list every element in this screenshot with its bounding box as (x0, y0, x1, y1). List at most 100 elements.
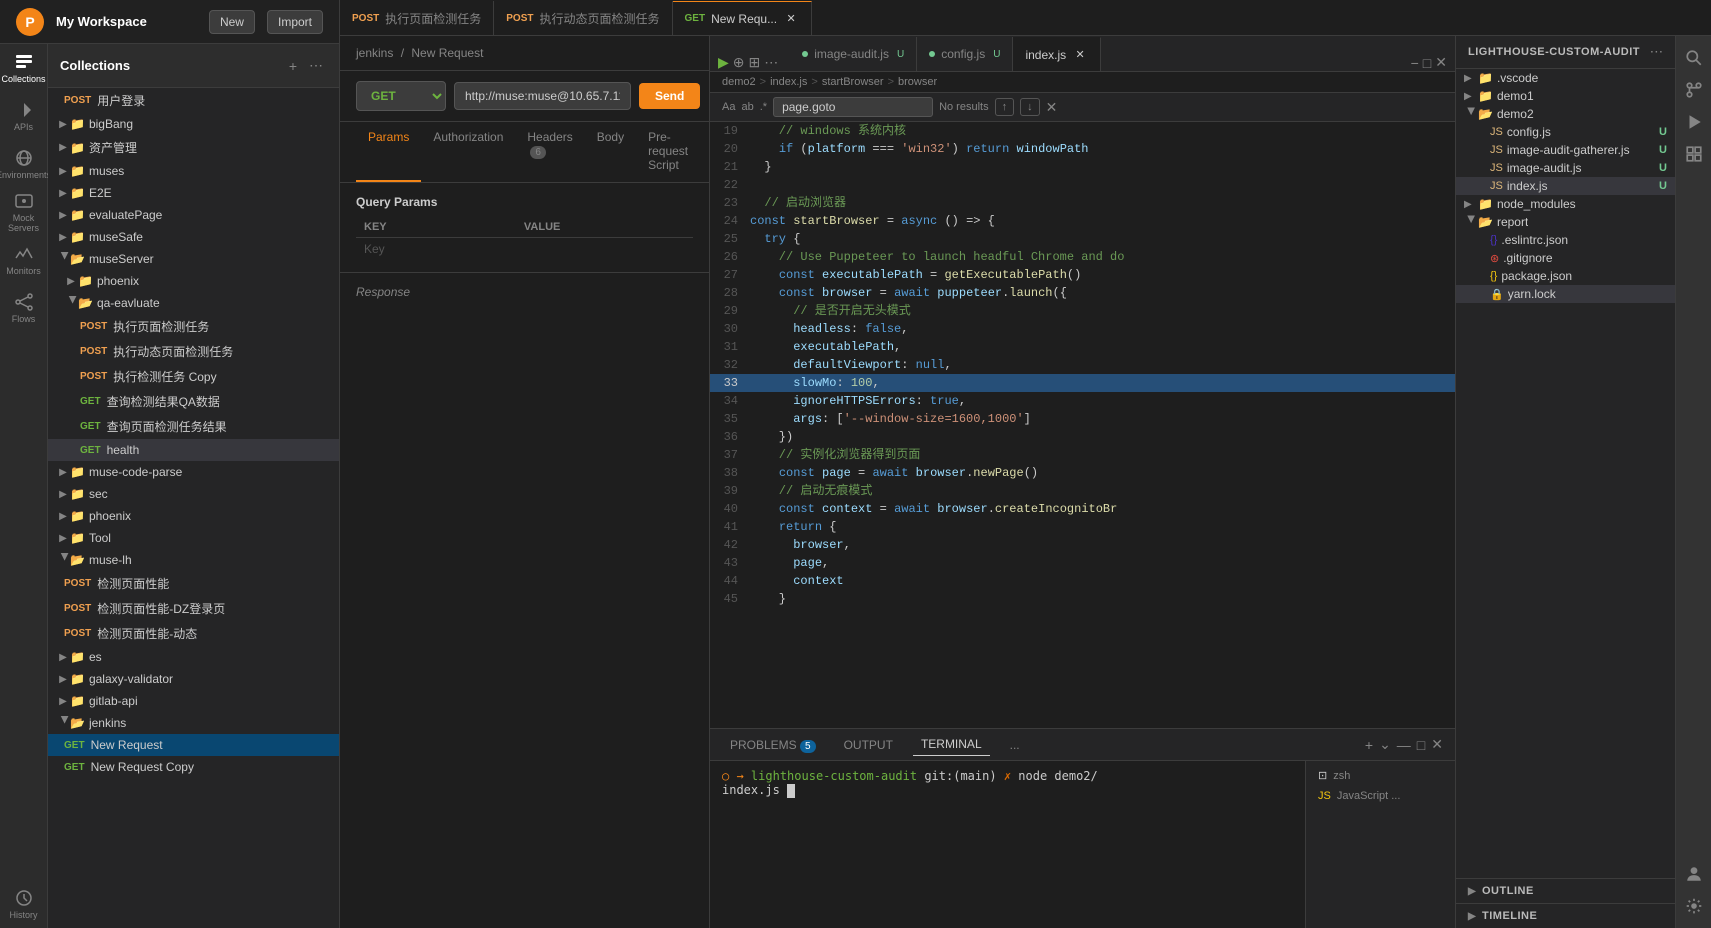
activity-settings-icon[interactable] (1680, 892, 1708, 920)
tab-terminal[interactable]: TERMINAL (913, 733, 990, 756)
close-terminal-button[interactable]: ✕ (1431, 736, 1443, 753)
list-item[interactable]: ▶ 📂 qa-eavluate (48, 292, 339, 314)
exp-item-eslintrc[interactable]: {} .eslintrc.json (1456, 231, 1675, 249)
collections-menu-button[interactable]: ⋯ (305, 53, 327, 78)
list-item[interactable]: ▶ 📂 muse-lh (48, 549, 339, 571)
tab-config[interactable]: config.js U (917, 37, 1013, 71)
activity-source-control-icon[interactable] (1680, 76, 1708, 104)
method-select[interactable]: GET POST PUT DELETE (356, 81, 446, 111)
terminal-shell-js[interactable]: JS JavaScript ... (1306, 786, 1455, 806)
tab-post-exec-dynamic[interactable]: POST 执行动态页面检测任务 (494, 1, 672, 35)
tab-pre-request[interactable]: Pre-request Script (636, 122, 700, 182)
sidebar-item-monitors[interactable]: Monitors (0, 236, 48, 284)
tab-post-exec-page[interactable]: POST 执行页面检测任务 (340, 1, 494, 35)
list-item[interactable]: GET 查询页面检测任务结果 (48, 414, 339, 439)
tab-index-js[interactable]: index.js ✕ (1013, 37, 1101, 71)
list-item[interactable]: GET 查询检测结果QA数据 (48, 389, 339, 414)
exp-item-config-js[interactable]: JS config.js U (1456, 123, 1675, 141)
activity-search-icon[interactable] (1680, 44, 1708, 72)
list-item[interactable]: ▶ 📁 资产管理 (48, 135, 339, 160)
maximize-terminal-button[interactable]: □ (1417, 736, 1425, 753)
import-button[interactable]: Import (267, 10, 323, 34)
minimize-terminal-button[interactable]: — (1397, 736, 1411, 753)
exp-item-gatherer[interactable]: JS image-audit-gatherer.js U (1456, 141, 1675, 159)
find-regex-btn[interactable]: .* (760, 101, 767, 113)
sidebar-item-flows[interactable]: Flows (0, 284, 48, 332)
param-value-input[interactable] (524, 242, 669, 256)
list-item[interactable]: POST 检测页面性能-DZ登录页 (48, 596, 339, 621)
terminal-dropdown-button[interactable]: ⌄ (1379, 736, 1391, 753)
find-prev-button[interactable]: ↑ (995, 98, 1015, 116)
list-item[interactable]: ▶ 📁 phoenix (48, 505, 339, 527)
tab-get-new-request[interactable]: GET New Requ... ✕ (673, 1, 813, 35)
explorer-more-button[interactable]: ⋯ (1650, 44, 1663, 60)
tab-problems[interactable]: PROBLEMS 5 (722, 734, 824, 756)
tab-body[interactable]: Body (585, 122, 636, 182)
find-whole-word-btn[interactable]: ab (741, 101, 753, 113)
run-button[interactable]: ▶ (718, 54, 729, 71)
list-item[interactable]: POST 执行动态页面检测任务 (48, 339, 339, 364)
add-terminal-button[interactable]: + (1365, 736, 1373, 753)
outline-section-header[interactable]: ▶ OUTLINE (1456, 879, 1675, 903)
new-button[interactable]: New (209, 10, 255, 34)
list-item[interactable]: POST 用户登录 (48, 88, 339, 113)
list-item[interactable]: POST 检测页面性能-动态 (48, 621, 339, 646)
close-panel-button[interactable]: ✕ (1435, 54, 1447, 71)
add-icon[interactable]: ⊕ (733, 54, 745, 71)
minimize-panel-button[interactable]: − (1411, 55, 1419, 71)
tab-headers[interactable]: Headers 6 (515, 122, 584, 182)
find-close-button[interactable]: ✕ (1046, 99, 1058, 116)
url-input[interactable] (454, 82, 631, 110)
find-input[interactable] (773, 97, 933, 117)
activity-run-icon[interactable] (1680, 108, 1708, 136)
find-next-button[interactable]: ↓ (1020, 98, 1040, 116)
list-item[interactable]: ▶ 📁 phoenix (48, 270, 339, 292)
list-item[interactable]: ▶ 📁 muse-code-parse (48, 461, 339, 483)
tab-more[interactable]: ... (1002, 734, 1028, 756)
activity-extensions-icon[interactable] (1680, 140, 1708, 168)
list-item[interactable]: ▶ 📁 bigBang (48, 113, 339, 135)
maximize-panel-button[interactable]: □ (1423, 55, 1431, 71)
list-item[interactable]: POST 执行页面检测任务 (48, 314, 339, 339)
sidebar-item-mock-servers[interactable]: Mock Servers (0, 188, 48, 236)
param-key-input[interactable] (364, 242, 508, 256)
sidebar-item-environments[interactable]: Environments (0, 140, 48, 188)
exp-item-demo2[interactable]: ▶ 📂 demo2 (1456, 105, 1675, 123)
tab-output[interactable]: OUTPUT (836, 734, 901, 756)
add-collection-button[interactable]: + (285, 53, 301, 78)
tab-close-icon[interactable]: ✕ (1072, 47, 1088, 63)
send-button[interactable]: Send (639, 83, 700, 109)
list-item[interactable]: ▶ 📁 museSafe (48, 226, 339, 248)
exp-item-node-modules[interactable]: ▶ 📁 node_modules (1456, 195, 1675, 213)
exp-item-report[interactable]: ▶ 📂 report (1456, 213, 1675, 231)
exp-item-image-audit[interactable]: JS image-audit.js U (1456, 159, 1675, 177)
jenkins-folder[interactable]: ▶ 📂 jenkins (48, 712, 339, 734)
exp-item-yarn-lock[interactable]: 🔒 yarn.lock (1456, 285, 1675, 303)
split-icon[interactable]: ⊞ (749, 54, 761, 71)
tab-params[interactable]: Params (356, 122, 421, 182)
exp-item-vscode[interactable]: ▶ 📁 .vscode (1456, 69, 1675, 87)
list-item[interactable]: ▶ 📁 evaluatePage (48, 204, 339, 226)
new-request-item[interactable]: GET New Request (48, 734, 339, 756)
timeline-section-header[interactable]: ▶ TIMELINE (1456, 904, 1675, 928)
new-request-copy-item[interactable]: GET New Request Copy (48, 756, 339, 778)
health-request-item[interactable]: GET health (48, 439, 339, 461)
tab-authorization[interactable]: Authorization (421, 122, 515, 182)
sidebar-item-history[interactable]: History (0, 880, 48, 928)
list-item[interactable]: ▶ 📁 gitlab-api (48, 690, 339, 712)
list-item[interactable]: POST 执行检测任务 Copy (48, 364, 339, 389)
exp-item-index-js[interactable]: JS index.js U (1456, 177, 1675, 195)
list-item[interactable]: ▶ 📁 sec (48, 483, 339, 505)
list-item[interactable]: ▶ 📁 galaxy-validator (48, 668, 339, 690)
more-icon[interactable]: ⋯ (764, 54, 778, 71)
sidebar-item-apis[interactable]: APIs (0, 92, 48, 140)
exp-item-gitignore[interactable]: ⊛ .gitignore (1456, 249, 1675, 267)
terminal-shell-zsh[interactable]: ⊡ zsh (1306, 765, 1455, 786)
list-item[interactable]: ▶ 📁 es (48, 646, 339, 668)
exp-item-demo1[interactable]: ▶ 📁 demo1 (1456, 87, 1675, 105)
list-item[interactable]: ▶ 📁 E2E (48, 182, 339, 204)
list-item[interactable]: ▶ 📁 Tool (48, 527, 339, 549)
tab-close-icon[interactable]: ✕ (783, 11, 799, 27)
list-item[interactable]: ▶ 📂 museServer (48, 248, 339, 270)
exp-item-package-json[interactable]: {} package.json (1456, 267, 1675, 285)
